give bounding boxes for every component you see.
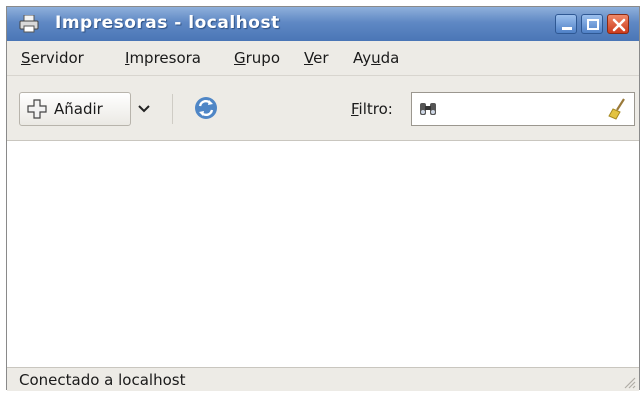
broom-clear-icon[interactable]	[606, 97, 628, 121]
menu-label: er	[313, 49, 329, 67]
binoculars-icon	[420, 103, 436, 115]
filter-input[interactable]	[442, 97, 606, 123]
status-bar: Conectado a localhost	[7, 367, 639, 391]
filter-field[interactable]	[411, 92, 635, 126]
printer-icon	[19, 15, 39, 33]
menu-label: mpresora	[129, 49, 201, 67]
menu-accel: V	[304, 49, 314, 67]
menu-accel: G	[234, 49, 246, 67]
printer-list-area[interactable]	[7, 141, 639, 367]
refresh-icon[interactable]	[194, 96, 218, 120]
menu-accel: u	[371, 49, 381, 67]
close-button[interactable]	[607, 14, 629, 34]
close-icon	[612, 18, 626, 32]
add-printer-label: Añadir	[54, 100, 103, 118]
maximize-icon	[587, 19, 599, 30]
window-title: Impresoras - localhost	[55, 13, 280, 33]
add-printer-button[interactable]: Añadir	[19, 92, 131, 126]
menu-bar: Servidor Impresora Grupo Ver Ayuda	[7, 41, 639, 76]
toolbar-separator	[172, 94, 173, 124]
filter-accel: F	[351, 100, 359, 118]
status-text: Conectado a localhost	[19, 371, 186, 389]
maximize-button[interactable]	[581, 14, 603, 34]
menu-accel: S	[21, 49, 31, 67]
menu-servidor[interactable]: Servidor	[21, 49, 84, 67]
menu-grupo[interactable]: Grupo	[234, 49, 280, 67]
menu-label: da	[380, 49, 400, 67]
minimize-icon	[562, 27, 572, 30]
main-window: Impresoras - localhost Servidor Impresor…	[6, 6, 640, 391]
menu-impresora[interactable]: Impresora	[125, 49, 201, 67]
menu-label: ervidor	[30, 49, 84, 67]
menu-label: rupo	[245, 49, 280, 67]
menu-ver[interactable]: Ver	[304, 49, 329, 67]
menu-label-pre: Ay	[353, 49, 372, 67]
title-bar[interactable]: Impresoras - localhost	[7, 7, 639, 41]
resize-grip-icon[interactable]	[622, 375, 636, 389]
menu-ayuda[interactable]: Ayuda	[353, 49, 399, 67]
filter-label: Filtro:	[351, 100, 393, 118]
filter-label-text: iltro:	[358, 100, 393, 118]
plus-icon	[27, 99, 47, 119]
chevron-down-icon[interactable]	[135, 98, 153, 118]
toolbar: Añadir Filtro:	[7, 76, 639, 141]
minimize-button[interactable]	[555, 14, 577, 34]
